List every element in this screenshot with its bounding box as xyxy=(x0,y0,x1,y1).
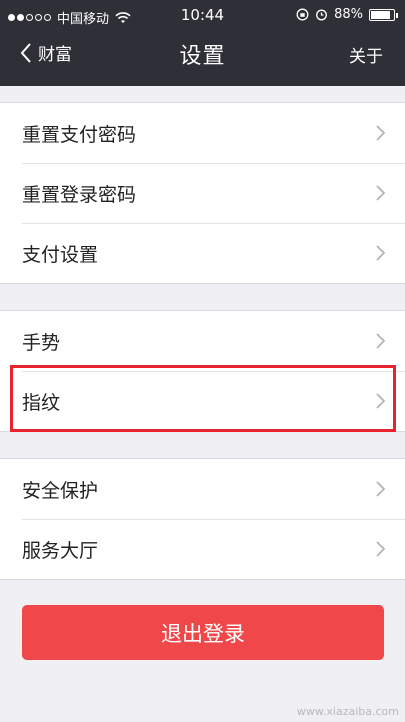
chevron-right-icon xyxy=(376,541,385,557)
list-item-label: 服务大厅 xyxy=(22,540,99,562)
fingerprint-item[interactable]: 指纹 xyxy=(0,371,405,431)
page-title: 设置 xyxy=(179,44,226,69)
alarm-icon xyxy=(316,9,328,21)
chevron-right-icon xyxy=(376,393,385,409)
watermark: www.xiazaiba.com xyxy=(296,705,399,718)
battery-fill xyxy=(371,10,391,19)
service-hall-item[interactable]: 服务大厅 xyxy=(0,519,405,579)
chevron-right-icon xyxy=(376,245,385,261)
battery-percent: 88% xyxy=(334,7,363,22)
top-bar: 中国移动 10:44 88% 财富 设置 关于 xyxy=(0,0,405,86)
payment-settings-item[interactable]: 支付设置 xyxy=(0,223,405,283)
chevron-right-icon xyxy=(376,333,385,349)
navigation-bar: 财富 设置 关于 xyxy=(0,32,405,86)
list-item-label: 手势 xyxy=(22,332,61,354)
list-item-label: 支付设置 xyxy=(22,244,99,266)
gesture-item[interactable]: 手势 xyxy=(0,311,405,371)
chevron-right-icon xyxy=(376,125,385,141)
settings-group-password: 重置支付密码 重置登录密码 支付设置 xyxy=(0,102,405,284)
status-bar: 中国移动 10:44 88% xyxy=(0,0,405,32)
reset-login-password-item[interactable]: 重置登录密码 xyxy=(0,163,405,223)
settings-group-unlock: 手势 指纹 xyxy=(0,310,405,432)
list-item-label: 指纹 xyxy=(22,392,61,414)
logout-button[interactable]: 退出登录 xyxy=(22,605,384,660)
list-item-label: 安全保护 xyxy=(22,480,99,502)
reset-payment-password-item[interactable]: 重置支付密码 xyxy=(0,103,405,163)
battery-icon xyxy=(369,8,398,21)
about-button[interactable]: 关于 xyxy=(349,42,383,67)
list-item-label: 重置支付密码 xyxy=(22,124,137,146)
list-item-label: 重置登录密码 xyxy=(22,184,137,206)
chevron-right-icon xyxy=(376,481,385,497)
rotation-lock-icon xyxy=(296,8,309,21)
chevron-right-icon xyxy=(376,185,385,201)
security-protection-item[interactable]: 安全保护 xyxy=(0,459,405,519)
settings-group-security: 安全保护 服务大厅 xyxy=(0,458,405,580)
